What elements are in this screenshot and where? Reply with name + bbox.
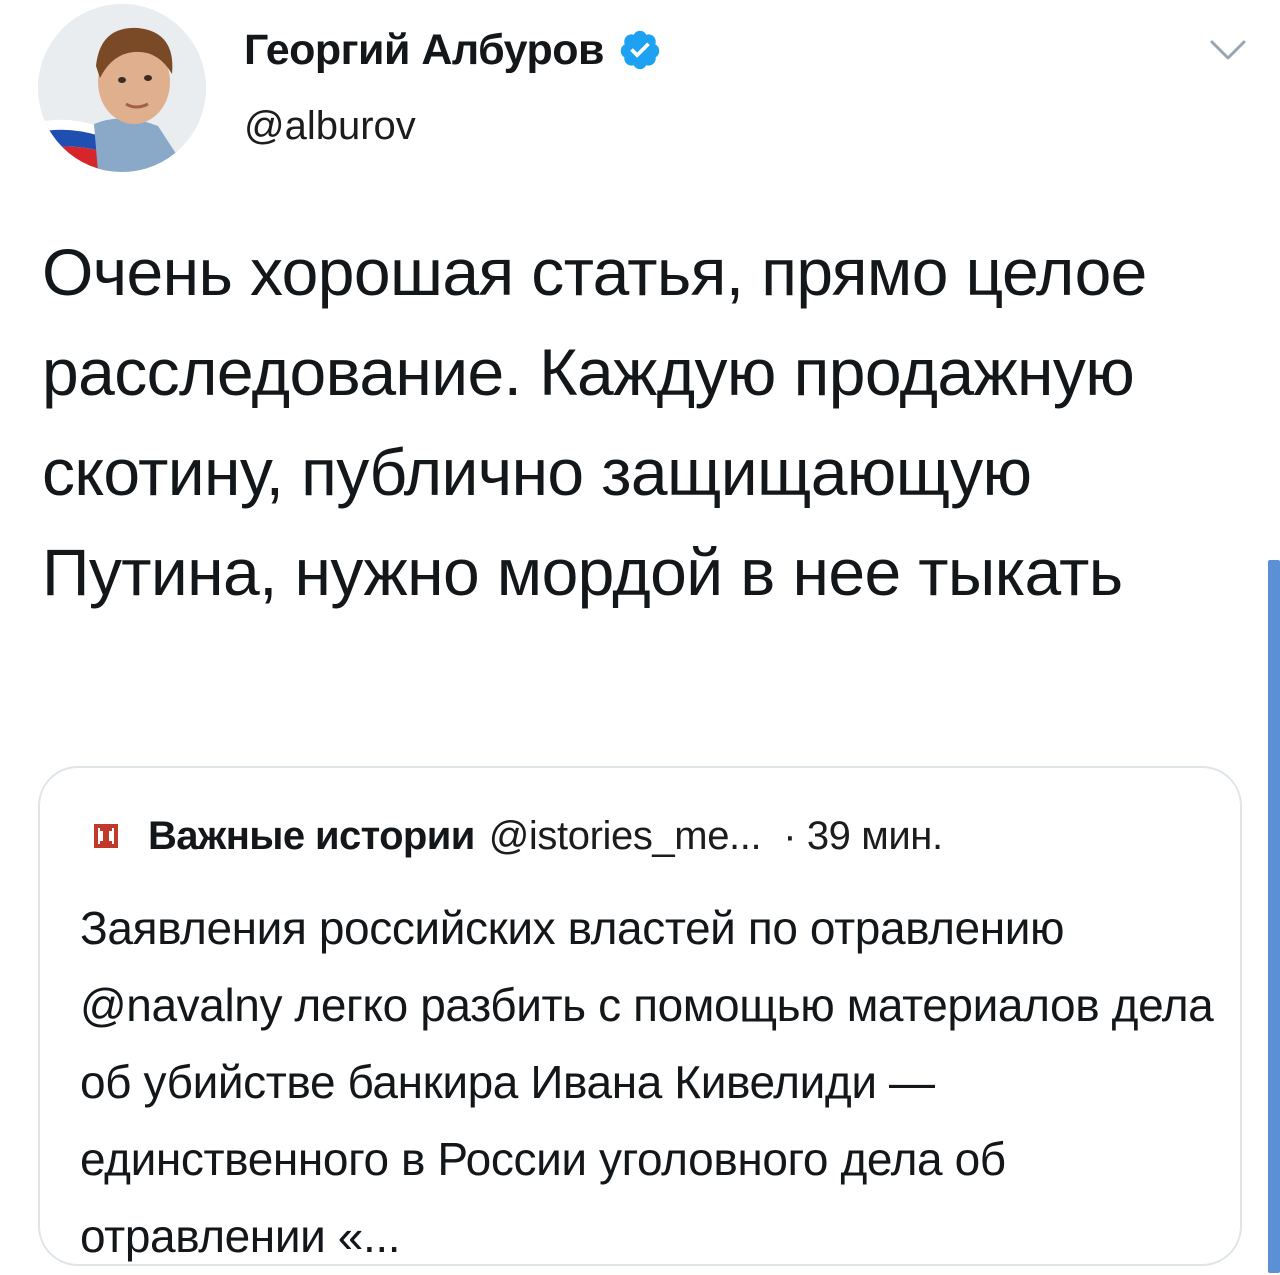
scrollbar[interactable] bbox=[1268, 560, 1280, 1273]
quoted-source-name[interactable]: Важные истории bbox=[148, 814, 475, 859]
verified-badge-icon bbox=[618, 28, 662, 72]
tweet-text: Очень хорошая статья, прямо целое рассле… bbox=[42, 235, 1147, 609]
tweet-card: Георгий Албуров @alburov Очень хорошая с… bbox=[0, 0, 1280, 1273]
istories-logo-icon bbox=[92, 822, 120, 850]
quoted-tweet-text: Заявления российских властей по отравлен… bbox=[80, 902, 1214, 1262]
quoted-source-handle[interactable]: @istories_me... bbox=[489, 814, 762, 859]
author-name-row[interactable]: Георгий Албуров bbox=[244, 22, 662, 78]
chevron-down-icon[interactable] bbox=[1208, 36, 1248, 66]
author-handle[interactable]: @alburov bbox=[244, 104, 416, 149]
quoted-tweet-time[interactable]: · 39 мин. bbox=[783, 814, 943, 859]
quoted-tweet-header: Важные истории @istories_me... · 39 мин. bbox=[92, 806, 943, 866]
author-display-name[interactable]: Георгий Албуров bbox=[244, 26, 604, 75]
quoted-tweet-card[interactable]: Важные истории @istories_me... · 39 мин.… bbox=[38, 766, 1242, 1266]
avatar-photo bbox=[38, 4, 206, 172]
avatar[interactable] bbox=[38, 4, 206, 172]
